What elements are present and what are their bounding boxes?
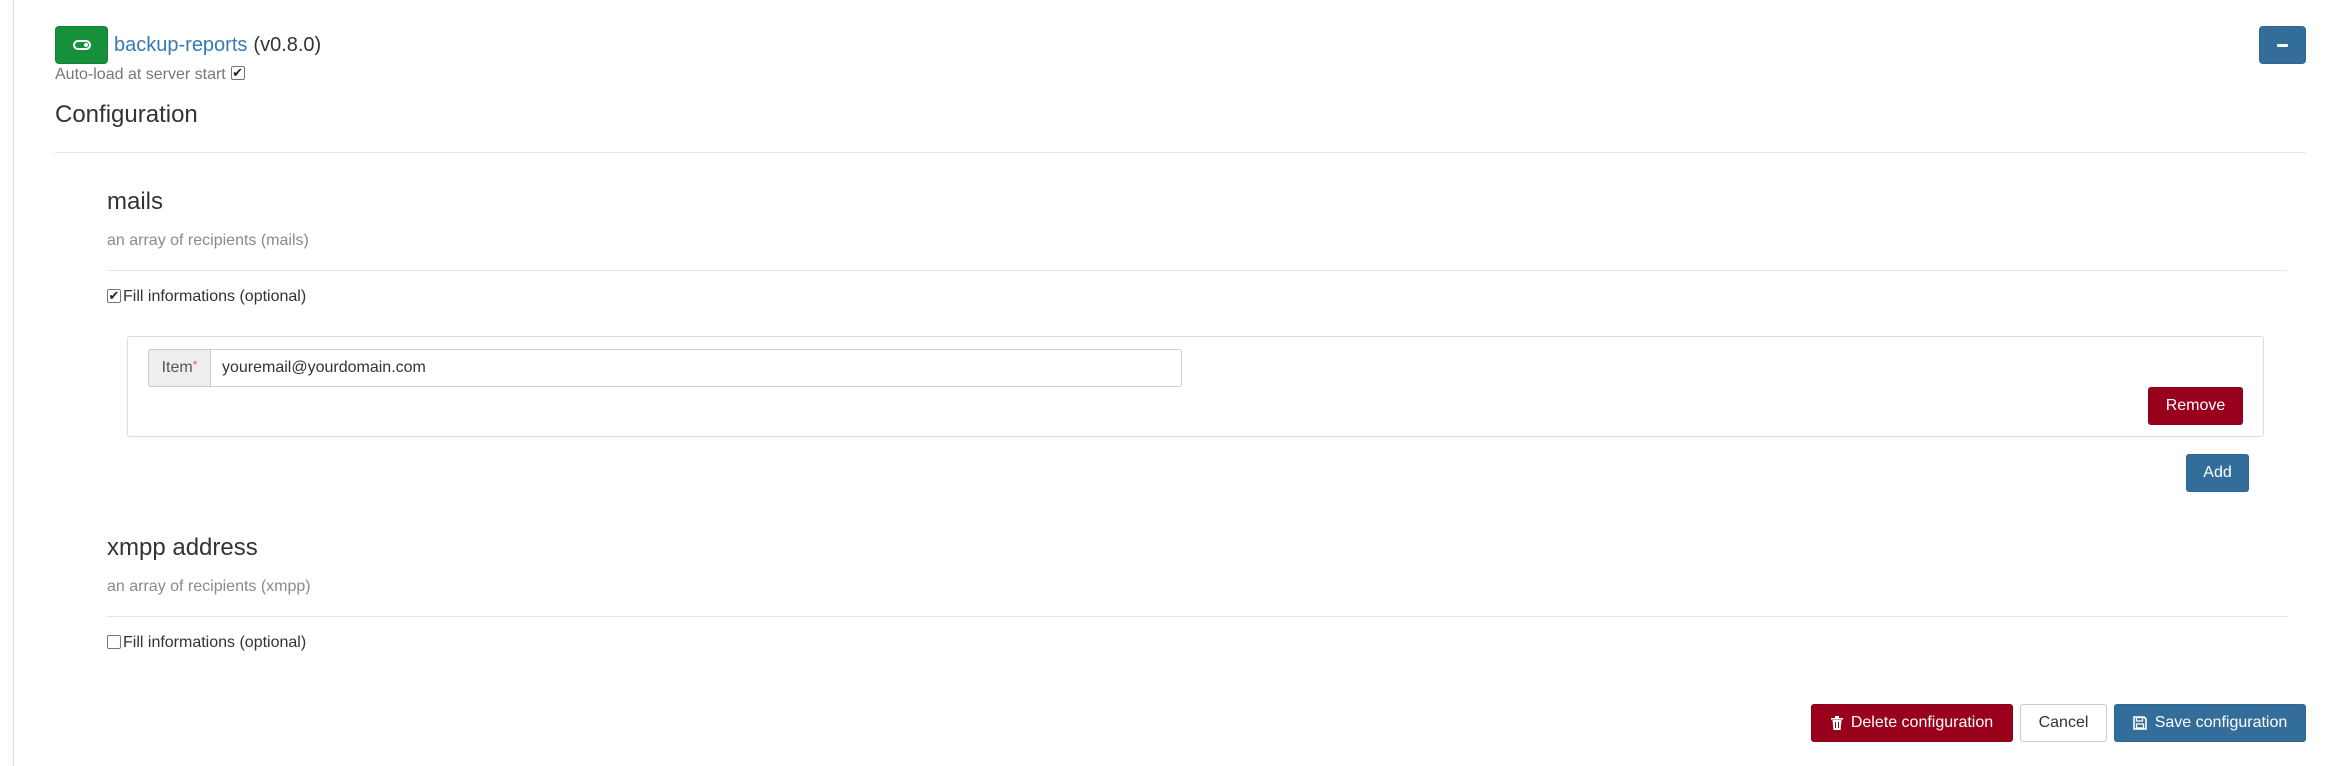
autoload-checkbox[interactable]: ✔ [230,66,245,80]
section-divider-xmpp [107,616,2287,617]
add-item-button[interactable]: Add [2186,454,2249,492]
fill-informations-row-mails: ✔ Fill informations (optional) [107,288,306,306]
item-addon-label: Item * [148,349,210,387]
delete-configuration-button[interactable]: Delete configuration [1811,704,2013,742]
mail-item-input[interactable] [210,349,1182,387]
plugin-header: backup-reports (v0.8.0) [55,26,321,64]
section-description-mails: an array of recipients (mails) [107,232,309,249]
remove-item-button[interactable]: Remove [2148,387,2243,425]
floppy-disk-icon [2132,716,2147,730]
autoload-row: Auto-load at server start ✔ [55,64,245,86]
section-description-xmpp: an array of recipients (xmpp) [107,578,311,595]
configuration-divider [55,152,2306,153]
configuration-title: Configuration [55,101,198,128]
page-left-border [13,0,14,766]
fill-informations-checkbox-mails[interactable]: ✔ [107,288,121,303]
item-addon-text: Item [161,359,193,376]
plugin-version: (v0.8.0) [253,33,322,56]
save-configuration-button[interactable]: Save configuration [2114,704,2306,742]
section-title-mails: mails [107,188,164,215]
required-star: * [192,358,198,372]
item-input-group: Item * [148,349,1182,387]
fill-informations-label-xmpp: Fill informations (optional) [123,634,307,651]
plugin-panel: backup-reports (v0.8.0) Auto-load at ser… [55,0,2306,766]
plugin-name-link[interactable]: backup-reports [114,34,247,57]
section-mails: mails an array of recipients (mails) ✔ F… [107,188,2287,508]
trash-icon [1830,716,1843,730]
autoload-label: Auto-load at server start [55,66,226,83]
toggle-on-icon [72,40,91,50]
fill-informations-row-xmpp: Fill informations (optional) [107,634,306,652]
mails-items-box: Item* Remove [127,336,2264,437]
fill-informations-checkbox-xmpp[interactable] [107,634,121,649]
cancel-button[interactable]: Cancel [2020,704,2107,742]
collapse-button[interactable] [2259,26,2306,64]
section-xmpp: xmpp address an array of recipients (xmp… [107,534,2287,674]
fill-informations-label-mails: Fill informations (optional) [123,288,307,305]
section-divider-mails [107,270,2287,271]
save-configuration-label: Save configuration [2154,714,2288,731]
minus-icon [2277,43,2288,47]
delete-configuration-label: Delete configuration [1850,714,1994,731]
section-title-xmpp: xmpp address [107,534,258,561]
plugin-toggle-button[interactable] [55,26,108,64]
